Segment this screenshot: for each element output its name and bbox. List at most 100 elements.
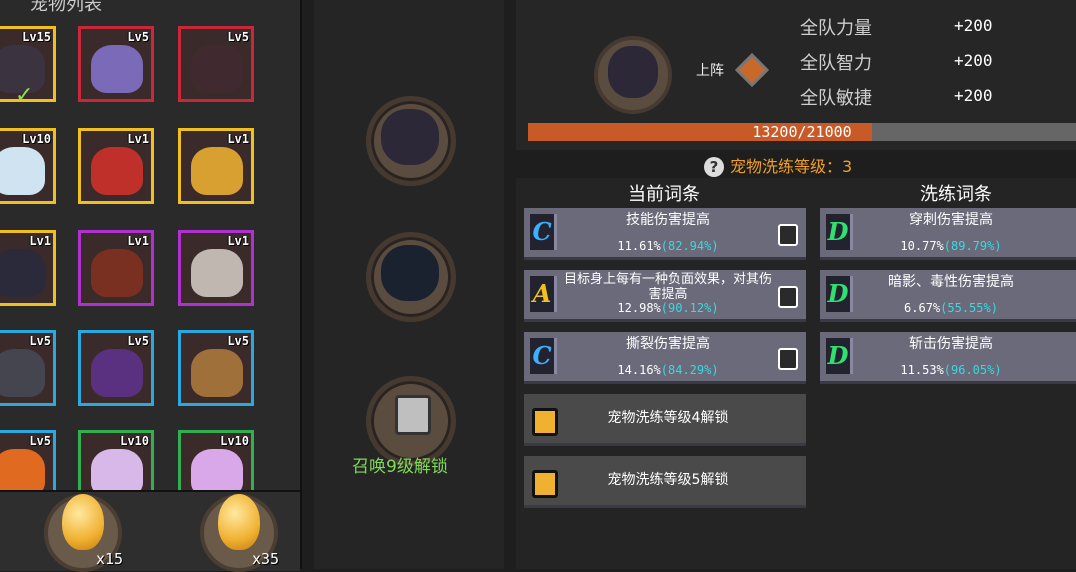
affix-value-line: 11.53%(96.05%) <box>856 363 1046 377</box>
affix-entry: C 技能伤害提高 11.61%(82.94%) <box>524 208 806 260</box>
pet-sprite-icon <box>0 147 45 195</box>
pet-sprite-icon <box>191 147 243 195</box>
pet-slot[interactable]: Lv5 <box>78 26 154 102</box>
pet-level: Lv1 <box>127 234 149 248</box>
unlock-icon[interactable] <box>778 286 798 308</box>
affix-value-line: 14.16%(84.29%) <box>560 363 776 377</box>
pet-slot[interactable]: Lv5 <box>178 330 254 406</box>
checkmark-icon: ✓ <box>15 83 34 108</box>
affix-grade: D <box>826 276 853 312</box>
affix-name: 技能伤害提高 <box>626 212 710 228</box>
affix-percent: (82.94%) <box>660 239 719 253</box>
locked-affix-slot: 宠物洗练等级4解锁 <box>524 394 806 446</box>
help-icon[interactable]: ? <box>704 157 724 177</box>
pet-slot[interactable]: Lv5 <box>178 26 254 102</box>
stat-value-intelligence: +200 <box>954 51 993 70</box>
locked-affix-slot: 宠物洗练等级5解锁 <box>524 456 806 508</box>
exp-progress-bar: 13200/21000 <box>528 123 1076 141</box>
unlock-icon[interactable] <box>778 348 798 370</box>
affix-name: 斩击伤害提高 <box>909 336 993 352</box>
pet-slot[interactable]: Lv1 <box>178 230 254 306</box>
current-affix-header: 当前词条 <box>628 184 700 205</box>
deploy-label: 上阵 <box>696 63 724 79</box>
affix-grade: C <box>530 214 557 250</box>
pet-sprite-icon <box>0 349 45 397</box>
egg-bar: x15 x35 <box>0 490 300 572</box>
affix-grade: D <box>826 214 853 250</box>
affix-entry: D 暗影、毒性伤害提高 6.67%(55.55%) <box>820 270 1076 322</box>
pet-sprite-icon <box>191 45 243 93</box>
affix-entry: D 穿刺伤害提高 10.77%(89.79%) <box>820 208 1076 260</box>
affix-value-line: 12.98%(90.12%) <box>560 301 776 315</box>
affix-entry: C 撕裂伤害提高 14.16%(84.29%) <box>524 332 806 384</box>
pet-level: Lv5 <box>227 334 249 348</box>
pet-list-title: 宠物列表 <box>30 0 102 15</box>
pet-sprite-icon <box>91 147 143 195</box>
affix-value: 11.61% <box>617 239 661 253</box>
pet-level: Lv10 <box>22 132 51 146</box>
stat-value-agility: +200 <box>954 86 993 105</box>
stat-label-agility: 全队敏捷 <box>800 88 872 109</box>
pet-slot[interactable]: Lv10 <box>0 128 56 204</box>
pet-sprite-icon <box>91 45 143 93</box>
spider-pet-icon <box>608 46 658 98</box>
pet-list-panel: 宠物列表 Lv15 ✓ Lv5 Lv5 Lv10 Lv1 Lv1 Lv1 Lv1 Lv1 Lv5 Lv… <box>0 0 302 572</box>
refine-level-row: ? 宠物洗练等级：3 <box>704 153 852 177</box>
affix-value: 14.16% <box>617 363 661 377</box>
affix-grade: A <box>530 276 557 312</box>
padlock-icon <box>532 470 558 498</box>
pet-sprite-icon <box>0 249 45 297</box>
affix-value: 6.67% <box>904 301 941 315</box>
pet-level: Lv1 <box>227 234 249 248</box>
pet-level: Lv5 <box>127 334 149 348</box>
refine-level-value: 3 <box>842 157 853 176</box>
pet-level: Lv5 <box>29 434 51 448</box>
deploy-diamond-icon[interactable] <box>735 53 769 87</box>
refine-level-label: 宠物洗练等级： <box>730 157 843 176</box>
pet-slot[interactable]: Lv1 <box>78 128 154 204</box>
egg-count-1: x15 <box>96 550 124 568</box>
reaper-pet-icon <box>381 245 439 301</box>
pet-slot[interactable]: Lv15 ✓ <box>0 26 56 108</box>
summon-column: 召唤9级解锁 <box>314 0 504 569</box>
egg-count-2: x35 <box>252 550 280 568</box>
affix-entry: D 斩击伤害提高 11.53%(96.05%) <box>820 332 1076 384</box>
pet-level: Lv5 <box>29 334 51 348</box>
exp-progress-text: 13200/21000 <box>752 123 852 141</box>
padlock-icon <box>532 408 558 436</box>
pet-slot[interactable]: Lv5 <box>0 330 56 406</box>
affix-percent: (84.29%) <box>660 363 719 377</box>
affix-value-line: 6.67%(55.55%) <box>856 301 1046 315</box>
pet-sprite-icon <box>191 249 243 297</box>
affix-value-line: 10.77%(89.79%) <box>856 239 1046 253</box>
summon-lock-label: 召唤9级解锁 <box>352 457 448 477</box>
locked-affix-label: 宠物洗练等级4解锁 <box>607 410 729 426</box>
pet-slot[interactable]: Lv1 <box>178 128 254 204</box>
pet-sprite-icon <box>91 249 143 297</box>
summon-slot-2[interactable] <box>366 232 456 322</box>
affix-value: 11.53% <box>900 363 944 377</box>
pet-slot[interactable]: Lv1 <box>78 230 154 306</box>
stat-value-strength: +200 <box>954 16 993 35</box>
pet-slot[interactable]: Lv5 <box>78 330 154 406</box>
pet-slot[interactable]: Lv1 <box>0 230 56 306</box>
affix-grade: C <box>530 338 557 374</box>
pet-level: Lv5 <box>227 30 249 44</box>
affix-entry: A 目标身上每有一种负面效果，对其伤害提高 12.98%(90.12%) <box>524 270 806 322</box>
affix-name: 目标身上每有一种负面效果，对其伤害提高 <box>563 272 772 302</box>
affix-name: 撕裂伤害提高 <box>626 336 710 352</box>
summon-slot-1[interactable] <box>366 96 456 186</box>
pet-sprite-icon <box>91 349 143 397</box>
spider-pet-icon <box>381 109 439 165</box>
pet-level: Lv1 <box>127 132 149 146</box>
unlock-icon[interactable] <box>778 224 798 246</box>
pet-level: Lv1 <box>227 132 249 146</box>
locked-affix-label: 宠物洗练等级5解锁 <box>607 472 729 488</box>
affix-grade: D <box>826 338 853 374</box>
pet-level: Lv1 <box>29 234 51 248</box>
stat-label-intelligence: 全队智力 <box>800 53 872 74</box>
lock-icon <box>395 395 431 435</box>
pet-level: Lv10 <box>220 434 249 448</box>
affix-percent: (89.79%) <box>943 239 1002 253</box>
egg-icon <box>218 494 260 550</box>
